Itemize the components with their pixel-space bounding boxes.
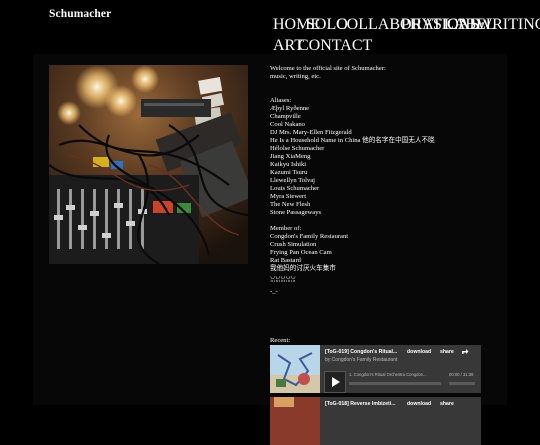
alias-item[interactable]: Hélolse Schumacher [270, 145, 500, 153]
aliases-section: Aliases: Æþyl Ryðenne Champville Cool Na… [270, 97, 500, 217]
symbols-section: ꈍꈍꈍꈍꈍ -_- [270, 277, 500, 296]
player-2-share-link[interactable]: share [440, 401, 454, 407]
alias-item[interactable]: Kazumi Tsuru [270, 169, 500, 177]
recent-section: Recent: [270, 337, 500, 345]
member-item[interactable]: Rat Bastard [270, 257, 500, 265]
player-1-volume-bar[interactable] [449, 382, 475, 385]
album-art-2-illustration [270, 397, 320, 445]
alias-item[interactable]: DJ Mrs. Mary-Ellen Fitzgerald [270, 129, 500, 137]
members-section: Member of: Congdon's Family Restaurant C… [270, 225, 500, 273]
player-1-play-button[interactable] [324, 371, 346, 393]
player-1-share-link[interactable]: share [440, 349, 454, 355]
album-art-1[interactable] [270, 345, 320, 393]
player-2-download-link[interactable]: download [407, 401, 431, 407]
alias-item[interactable]: Champville [270, 113, 500, 121]
aliases-heading: Aliases: [270, 97, 292, 104]
recent-heading: Recent: [270, 337, 291, 344]
member-heading: Member of: [270, 225, 302, 232]
alias-item[interactable]: Kaikyu Ishiki [270, 161, 500, 169]
player-2-title[interactable]: [ToG-018] Reverse Imbizeti... [325, 401, 397, 407]
player-1-track-name[interactable]: 1. Congdon's Ritual Orchestra Congdon... [349, 372, 437, 377]
welcome-line-1: Welcome to the official site of Schumach… [270, 65, 386, 72]
gear-photo-illustration [49, 65, 248, 264]
alias-item[interactable]: Stone Passageways [270, 209, 500, 217]
bandcamp-player-2: [ToG-018] Reverse Imbizeti... download s… [270, 397, 481, 445]
album-art-2[interactable] [270, 397, 320, 445]
alias-item[interactable]: Louis Schumacher [270, 185, 500, 193]
symbol-line-2: -_- [270, 288, 278, 295]
welcome-line-2: music, writing, etc. [270, 73, 321, 80]
bandcamp-player-1: [ToG-019] Congdon's Ritual... by Congdon… [270, 345, 481, 393]
alias-item[interactable]: He Is a Household Name in China 他的名字在中国无… [270, 137, 500, 145]
alias-item[interactable]: The New Flesh [270, 201, 500, 209]
alias-item[interactable]: Cool Nakano [270, 121, 500, 129]
gear-photo [49, 65, 248, 264]
site-title[interactable]: Schumacher [49, 8, 111, 20]
player-1-progress-bar[interactable] [349, 382, 441, 385]
player-1-artist[interactable]: by Congdon's Family Restaurant [325, 357, 397, 363]
alias-item[interactable]: Jiang XiaMeng [270, 153, 500, 161]
player-1-download-link[interactable]: download [407, 349, 431, 355]
symbol-line-1: ꈍꈍꈍꈍꈍ [270, 277, 296, 284]
welcome-text: Welcome to the official site of Schumach… [270, 65, 500, 81]
share-icon[interactable] [461, 348, 469, 355]
player-1-title[interactable]: [ToG-019] Congdon's Ritual... [325, 349, 397, 355]
member-item[interactable]: Frying Pan Ocean Cam [270, 249, 500, 257]
member-item[interactable]: 我他妈的讨厌火车集市 [270, 265, 500, 273]
alias-item[interactable]: Æþyl Ryðenne [270, 105, 500, 113]
play-icon [332, 377, 340, 387]
player-1-time: 00:00 / 31:36 [449, 372, 474, 377]
nav-writings[interactable]: WRITINGS [477, 16, 540, 34]
album-art-1-illustration [270, 345, 320, 393]
alias-item[interactable]: Myra Siewert [270, 193, 500, 201]
nav-contact[interactable]: CONTACT [298, 37, 372, 55]
member-item[interactable]: Congdon's Family Restaurant [270, 233, 500, 241]
alias-item[interactable]: Llewellyn Tolvaj [270, 177, 500, 185]
member-item[interactable]: Crush Simulation [270, 241, 500, 249]
main-content: Welcome to the official site of Schumach… [270, 65, 500, 304]
